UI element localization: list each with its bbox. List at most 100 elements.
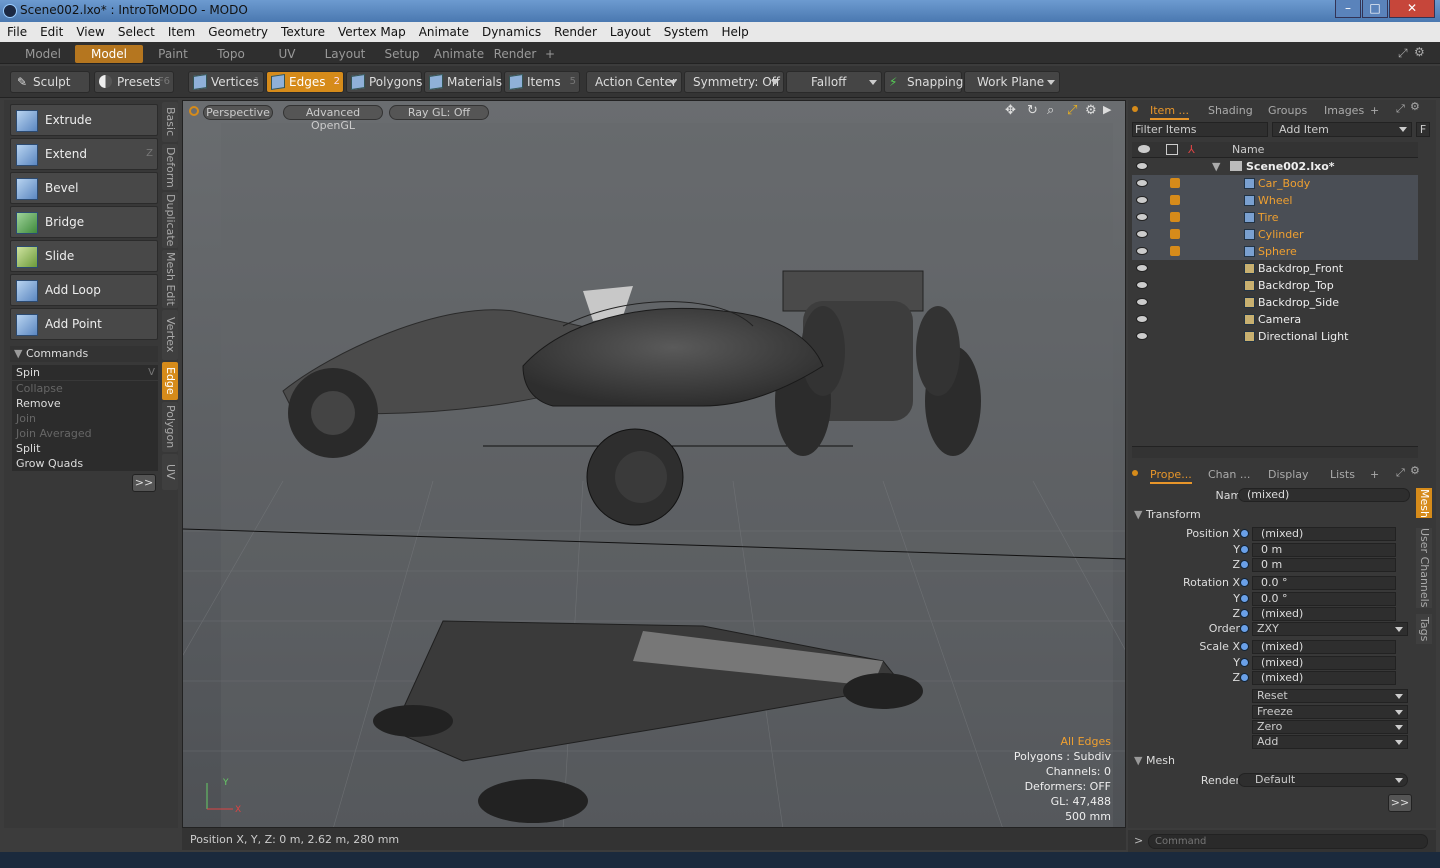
add-panel-tab[interactable]: +	[1370, 102, 1379, 120]
scale-y-field[interactable]: (mixed)	[1252, 656, 1396, 670]
tab-item-list[interactable]: Item ...	[1150, 102, 1190, 120]
mesh-lock-icon[interactable]	[1170, 178, 1180, 188]
item-row[interactable]: Backdrop_Front	[1132, 260, 1418, 277]
rotation-y-field[interactable]: 0.0 °	[1252, 592, 1396, 606]
more-commands-button[interactable]: >>	[132, 474, 156, 492]
gear-icon[interactable]: ⚙	[1410, 464, 1420, 477]
item-row[interactable]: Backdrop_Side	[1132, 294, 1418, 311]
vertices-button[interactable]: Vertices 1	[188, 71, 264, 93]
eye-icon[interactable]	[1136, 162, 1148, 170]
item-row[interactable]: Sphere	[1132, 243, 1418, 260]
add-item-dropdown[interactable]: Add Item	[1272, 122, 1412, 137]
render-dropdown[interactable]: Default	[1238, 773, 1408, 787]
mesh-section[interactable]: ▼ Mesh	[1134, 754, 1175, 767]
edges-button[interactable]: Edges 2	[266, 71, 344, 93]
command-join[interactable]: Join	[12, 411, 158, 426]
transform-section[interactable]: ▼ Transform	[1134, 508, 1201, 521]
work-plane-dropdown[interactable]: Work Plane	[964, 71, 1060, 93]
keyframe-dot[interactable]	[1240, 545, 1249, 554]
item-list-scrollbar[interactable]	[1132, 446, 1418, 458]
tab-display[interactable]: Display	[1268, 466, 1309, 484]
pan-icon[interactable]: ✥	[1005, 103, 1016, 118]
mesh-lock-icon[interactable]	[1170, 229, 1180, 239]
items-button[interactable]: Items 5	[504, 71, 580, 93]
menu-geometry[interactable]: Geometry	[201, 22, 274, 39]
menu-render[interactable]: Render	[547, 22, 603, 39]
command-join-averaged[interactable]: Join Averaged	[12, 426, 158, 441]
eye-icon[interactable]	[1136, 196, 1148, 204]
gear-icon[interactable]: ⚙	[1410, 100, 1420, 113]
command-grow-quads[interactable]: Grow Quads	[12, 456, 158, 471]
tab-model[interactable]: Model	[20, 45, 66, 63]
menu-edit[interactable]: Edit	[33, 22, 69, 39]
tab-groups[interactable]: Groups	[1268, 102, 1307, 120]
mesh-lock-icon[interactable]	[1170, 195, 1180, 205]
3d-viewport[interactable]: X Y Perspective Advanced OpenGL Ray GL: …	[182, 100, 1126, 828]
tab-uv[interactable]: UV	[264, 45, 310, 63]
tab-shading[interactable]: Shading	[1208, 102, 1253, 120]
tab-lists[interactable]: Lists	[1330, 466, 1355, 484]
opengl-button[interactable]: Advanced OpenGL	[283, 105, 383, 132]
freeze-dropdown[interactable]: Freeze	[1252, 705, 1408, 719]
symmetry-dropdown[interactable]: Symmetry: Off	[684, 71, 784, 93]
zero-dropdown[interactable]: Zero	[1252, 720, 1408, 734]
reset-dropdown[interactable]: Reset	[1252, 689, 1408, 703]
item-row[interactable]: Camera	[1132, 311, 1418, 328]
presets-button[interactable]: Presets F6	[94, 71, 174, 93]
mesh-lock-icon[interactable]	[1170, 212, 1180, 222]
menu-file[interactable]: File	[0, 22, 33, 39]
mesh-lock-icon[interactable]	[1170, 246, 1180, 256]
eye-icon[interactable]	[1136, 315, 1148, 323]
menu-dynamics[interactable]: Dynamics	[475, 22, 547, 39]
side-tab-mesh-edit[interactable]: Mesh Edit	[162, 250, 178, 308]
eye-icon[interactable]	[1136, 247, 1148, 255]
keyframe-dot[interactable]	[1240, 594, 1249, 603]
side-tab-duplicate[interactable]: Duplicate	[162, 192, 178, 248]
scene-row[interactable]: ▼ Scene002.lxo*	[1132, 158, 1418, 175]
eye-icon[interactable]	[1136, 179, 1148, 187]
gear-icon[interactable]: ⚙	[1085, 103, 1097, 118]
materials-button[interactable]: Materials	[424, 71, 502, 93]
side-tab-user-channels[interactable]: User Channels	[1416, 528, 1432, 608]
expand-icon[interactable]: ⤢	[1396, 466, 1405, 480]
side-tab-edge[interactable]: Edge	[162, 362, 178, 400]
side-tab-vertex[interactable]: Vertex	[162, 310, 178, 360]
position-y-field[interactable]: 0 m	[1252, 543, 1396, 557]
keyframe-dot[interactable]	[1240, 529, 1249, 538]
add-panel-tab[interactable]: +	[1370, 466, 1379, 484]
menu-select[interactable]: Select	[111, 22, 161, 39]
tab-layout[interactable]: Layout	[320, 45, 370, 63]
minimize-button[interactable]: –	[1335, 0, 1361, 18]
side-tab-mesh[interactable]: Mesh	[1416, 488, 1432, 518]
falloff-dropdown[interactable]: Falloff	[786, 71, 882, 93]
expand-icon[interactable]: ⤢	[1396, 102, 1405, 116]
sculpt-button[interactable]: ✎ Sculpt	[10, 71, 90, 93]
item-row[interactable]: Backdrop_Top	[1132, 277, 1418, 294]
slide-button[interactable]: Slide	[10, 240, 158, 272]
add-tab-button[interactable]: +	[542, 45, 558, 63]
tab-render[interactable]: Render	[492, 45, 538, 63]
tab-channels[interactable]: Chan ...	[1208, 466, 1250, 484]
menu-layout[interactable]: Layout	[603, 22, 657, 39]
command-split[interactable]: Split	[12, 441, 158, 456]
action-center-dropdown[interactable]: Action Center	[586, 71, 682, 93]
tab-setup[interactable]: Setup	[380, 45, 424, 63]
expand-icon[interactable]: ⤢	[1398, 46, 1408, 61]
menu-vertex-map[interactable]: Vertex Map	[331, 22, 412, 39]
tab-properties[interactable]: Prope...	[1150, 466, 1192, 484]
scale-z-field[interactable]: (mixed)	[1252, 671, 1396, 685]
more-properties-button[interactable]: >>	[1388, 794, 1412, 812]
eye-icon[interactable]	[1136, 264, 1148, 272]
eye-icon[interactable]	[1136, 213, 1148, 221]
position-z-field[interactable]: 0 m	[1252, 558, 1396, 572]
rotation-z-field[interactable]: (mixed)	[1252, 607, 1396, 621]
item-row[interactable]: Cylinder	[1132, 226, 1418, 243]
gear-icon[interactable]: ⚙	[1414, 45, 1425, 59]
bridge-button[interactable]: Bridge	[10, 206, 158, 238]
item-row[interactable]: Car_Body	[1132, 175, 1418, 192]
extrude-button[interactable]: Extrude	[10, 104, 158, 136]
tab-images[interactable]: Images	[1324, 102, 1364, 120]
fit-icon[interactable]: ⤢	[1067, 103, 1077, 118]
keyframe-dot[interactable]	[1240, 673, 1249, 682]
menu-system[interactable]: System	[657, 22, 715, 39]
